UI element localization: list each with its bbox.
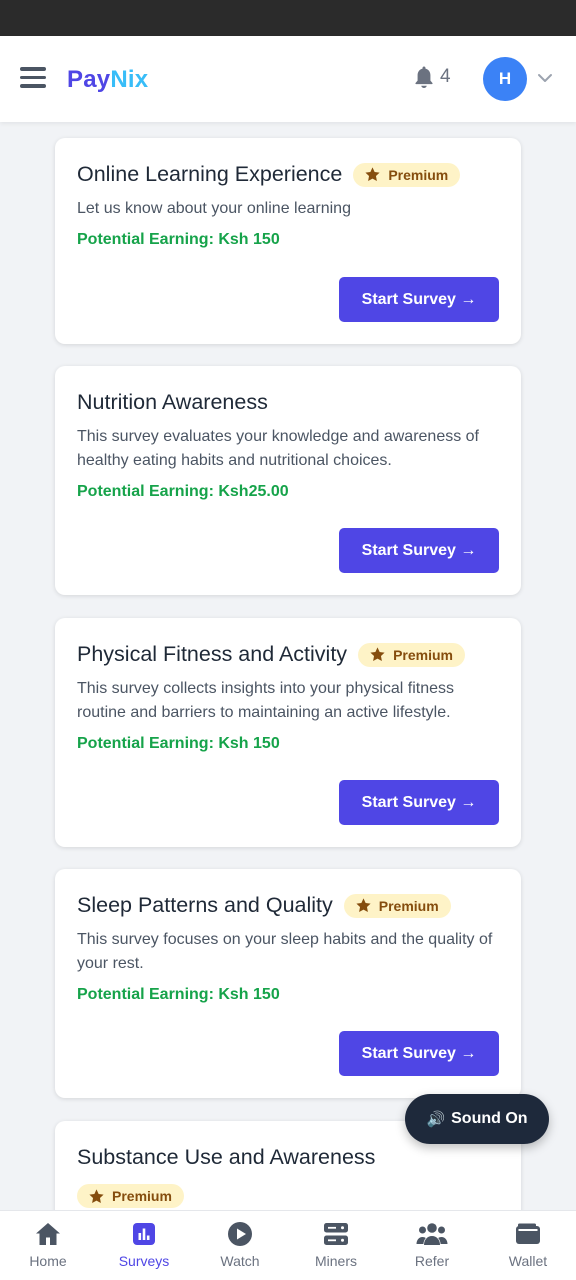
play-icon (228, 1222, 252, 1246)
chart-icon (133, 1223, 155, 1245)
potential-earning: Potential Earning: Ksh25.00 (77, 483, 289, 500)
sound-label: Sound On (451, 1110, 528, 1127)
potential-earning: Potential Earning: Ksh 150 (77, 986, 280, 1003)
nav-label: Surveys (118, 1253, 170, 1269)
start-survey-button[interactable]: Start Survey → (339, 528, 499, 573)
survey-card: Sleep Patterns and Quality Premium This … (55, 869, 521, 1098)
premium-label: Premium (112, 1188, 172, 1204)
survey-list: Online Learning Experience Premium Let u… (0, 122, 576, 1210)
wallet-icon (516, 1223, 540, 1244)
premium-label: Premium (388, 166, 449, 183)
premium-badge: Premium (343, 893, 451, 918)
logo-pay: Pay (67, 66, 111, 93)
nav-item-miners[interactable]: Miners (288, 1211, 384, 1280)
app-logo[interactable]: PayNix (67, 66, 148, 94)
star-icon (89, 1188, 104, 1203)
survey-title: Online Learning Experience (77, 162, 343, 186)
start-survey-button[interactable]: Start Survey → (339, 277, 499, 322)
notifications-button[interactable]: 4 (413, 65, 451, 89)
nav-item-refer[interactable]: Refer (384, 1211, 480, 1280)
start-survey-button[interactable]: Start Survey → (339, 1031, 499, 1076)
survey-card: Physical Fitness and Activity Premium Th… (55, 618, 521, 847)
premium-label: Premium (378, 897, 439, 914)
nav-label: Refer (414, 1253, 450, 1269)
survey-title: Sleep Patterns and Quality (77, 893, 333, 917)
nav-label: Watch (220, 1253, 260, 1269)
survey-description: This survey focuses on your sleep habits… (77, 931, 493, 972)
notification-count: 4 (440, 66, 451, 87)
premium-badge: Premium (353, 162, 461, 187)
nav-item-watch[interactable]: Watch (192, 1211, 288, 1280)
potential-earning: Potential Earning: Ksh 150 (77, 231, 280, 248)
top-header: PayNix 4 H (0, 36, 576, 122)
users-icon (416, 1223, 448, 1245)
bell-icon (415, 66, 433, 88)
survey-card: Online Learning Experience Premium Let u… (55, 138, 521, 344)
survey-description: This survey collects insights into your … (77, 680, 455, 721)
star-icon (356, 898, 371, 913)
speaker-icon: 🔊 (426, 1111, 446, 1128)
hamburger-menu-icon[interactable] (20, 67, 46, 89)
bottom-navigation: Home Surveys Watch Miners Refer Wallet (0, 1210, 576, 1280)
home-icon (36, 1223, 60, 1245)
chevron-down-icon[interactable] (537, 72, 553, 84)
logo-nix: Nix (110, 66, 149, 93)
survey-description: Let us know about your online learning (77, 200, 351, 217)
survey-title: Physical Fitness and Activity (77, 642, 348, 666)
nav-item-wallet[interactable]: Wallet (480, 1211, 576, 1280)
status-bar (0, 0, 576, 36)
premium-badge: Premium (358, 642, 465, 667)
potential-earning: Potential Earning: Ksh 150 (77, 735, 280, 752)
premium-badge: Premium (77, 1184, 184, 1208)
survey-description: This survey evaluates your knowledge and… (77, 428, 479, 469)
survey-title: Substance Use and Awareness (77, 1145, 376, 1169)
survey-title: Nutrition Awareness (77, 390, 268, 414)
start-survey-button[interactable]: Start Survey → (339, 780, 499, 825)
sound-toggle-button[interactable]: 🔊 Sound On (405, 1094, 549, 1144)
nav-label: Home (29, 1253, 67, 1269)
star-icon (365, 167, 380, 182)
nav-label: Miners (314, 1253, 357, 1269)
star-icon (370, 647, 385, 662)
nav-item-home[interactable]: Home (0, 1211, 96, 1280)
survey-card: Nutrition Awareness This survey evaluate… (55, 366, 521, 595)
nav-label: Wallet (508, 1253, 548, 1269)
server-icon (324, 1223, 348, 1245)
premium-label: Premium (393, 646, 453, 663)
user-avatar[interactable]: H (483, 57, 527, 101)
nav-item-surveys[interactable]: Surveys (96, 1211, 192, 1280)
